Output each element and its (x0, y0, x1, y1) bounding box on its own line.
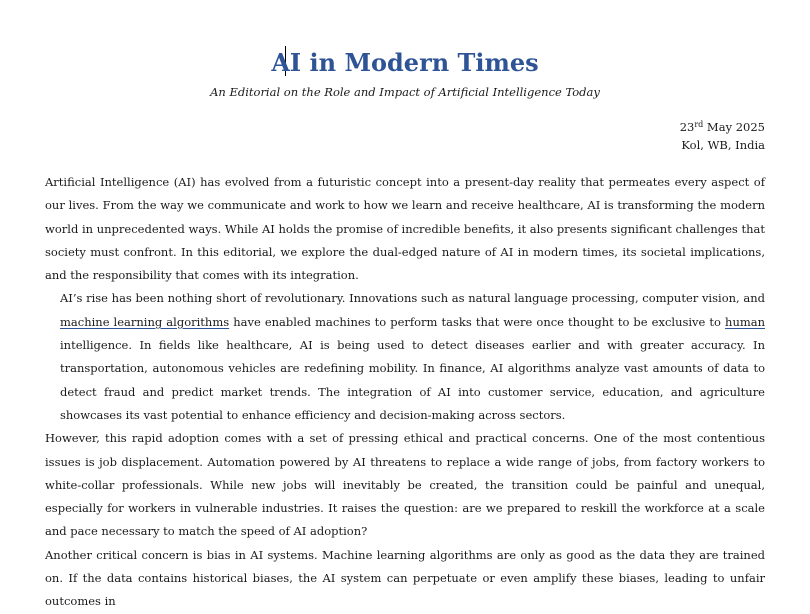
date-location-block[interactable]: 23rd May 2025 Kol, WB, India (680, 118, 765, 154)
date-line: 23rd May 2025 (680, 118, 765, 136)
document-subtitle[interactable]: An Editorial on the Role and Impact of A… (0, 83, 810, 101)
paragraph-concerns[interactable]: However, this rapid adoption comes with … (45, 427, 765, 543)
paragraph-intro[interactable]: Artificial Intelligence (AI) has evolved… (45, 171, 765, 287)
date-suffix: rd (694, 120, 704, 129)
date-month-year: May 2025 (703, 120, 765, 134)
underlined-phrase-ml-algorithms[interactable]: machine learning algorithms (60, 315, 229, 329)
paragraph-rise-text-b: have enabled machines to perform tasks t… (229, 314, 726, 329)
document-title[interactable]: AI in Modern Times (0, 45, 810, 81)
paragraph-rise[interactable]: AI’s rise has been nothing short of revo… (45, 287, 765, 427)
paragraph-rise-text-a: AI’s rise has been nothing short of revo… (60, 291, 765, 306)
paragraph-bias[interactable]: Another critical concern is bias in AI s… (45, 544, 765, 614)
date-day: 23 (679, 120, 695, 134)
location-line: Kol, WB, India (681, 138, 765, 152)
underlined-word-human[interactable]: human (725, 315, 765, 329)
paragraph-rise-text-c: intelligence. In fields like healthcare,… (60, 338, 765, 422)
document-page[interactable]: AI in Modern Times An Editorial on the R… (0, 0, 810, 608)
document-body[interactable]: Artificial Intelligence (AI) has evolved… (45, 171, 765, 614)
